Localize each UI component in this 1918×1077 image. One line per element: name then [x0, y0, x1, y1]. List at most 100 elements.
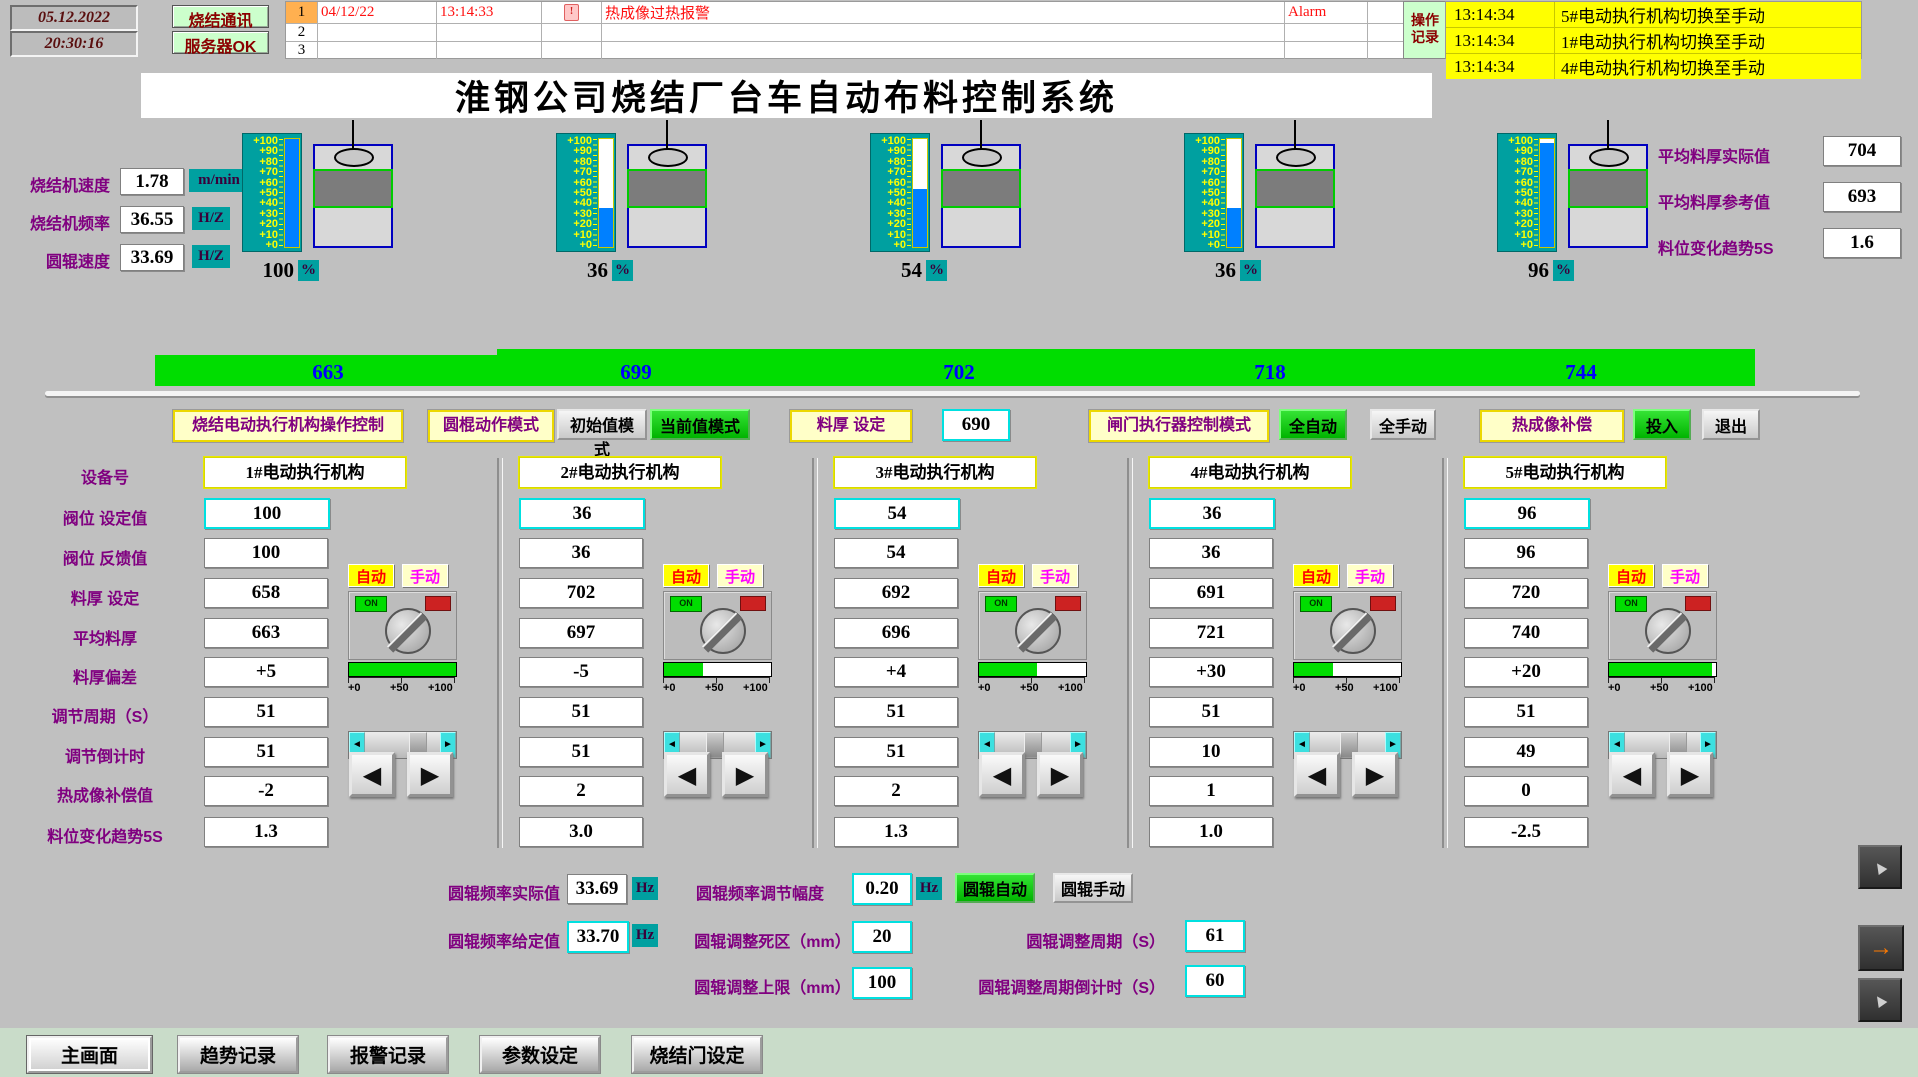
actuator-column: 3#电动执行机构 54 54 692 696 +4 51 51 2 1.3 自动… — [834, 457, 1094, 852]
gauge-scale: +100+90+80+70+60+50+40+30+20+10+0 — [243, 134, 279, 251]
row-label-thick-set: 料厚 设定 — [10, 585, 200, 609]
alarm-table: 1 04/12/22 13:14:33 ! 热成像过热报警 Alarm 2 3 — [285, 1, 1405, 59]
initial-mode-button[interactable]: 初始值模式 — [557, 409, 647, 440]
decrease-button[interactable]: ◀ — [979, 752, 1025, 797]
auto-mode-button[interactable]: 自动 — [1608, 564, 1654, 587]
exit-button[interactable]: 退出 — [1702, 409, 1760, 440]
alarm-seq: 1 — [286, 2, 318, 23]
roller-auto-button[interactable]: 圆辊自动 — [955, 873, 1035, 903]
decrease-button[interactable]: ◀ — [664, 752, 710, 797]
gauge-bar-track — [912, 138, 928, 248]
decrease-button[interactable]: ◀ — [349, 752, 395, 797]
increase-button[interactable]: ▶ — [722, 752, 768, 797]
gate-percent-value: 96 — [1497, 258, 1549, 283]
alarm-tag — [1285, 24, 1368, 41]
op-record-text: 1#电动执行机构切换至手动 — [1555, 28, 1861, 53]
valve-set-input[interactable]: 54 — [834, 498, 960, 529]
rotary-switch[interactable] — [1645, 608, 1691, 654]
avg-thickness-ref-label: 平均料厚参考值 — [1658, 189, 1808, 213]
mode-switch-panel: ON — [1608, 591, 1717, 660]
alarm-row[interactable]: 3 — [286, 42, 1404, 59]
level-value: 744 — [1521, 360, 1641, 385]
server-ok-button[interactable]: 服务器OK — [172, 31, 269, 54]
gauge-bar-fill — [285, 139, 299, 247]
hand-icon: ▲ — [1867, 986, 1894, 1013]
roller-deadzone-input[interactable]: 20 — [852, 921, 912, 953]
hand-tool-button[interactable]: ▲ — [1858, 845, 1902, 889]
increase-button[interactable]: ▶ — [1667, 752, 1713, 797]
gauge-scale-label: +0 — [1520, 239, 1533, 251]
valve-set-input[interactable]: 36 — [519, 498, 645, 529]
op-record-row[interactable]: 13:14:34 5#电动执行机构切换至手动 — [1446, 2, 1861, 28]
decrease-button[interactable]: ◀ — [1294, 752, 1340, 797]
roller-manual-button[interactable]: 圆辊手动 — [1053, 873, 1133, 903]
nav-main-screen[interactable]: 主画面 — [27, 1036, 152, 1073]
manual-mode-button[interactable]: 手动 — [717, 564, 763, 587]
auto-mode-button[interactable]: 自动 — [978, 564, 1024, 587]
off-indicator — [425, 596, 451, 611]
gauge-bar-track — [1539, 138, 1555, 248]
rotary-switch[interactable] — [700, 608, 746, 654]
auto-mode-button[interactable]: 自动 — [663, 564, 709, 587]
manual-mode-button[interactable]: 手动 — [1347, 564, 1393, 587]
nav-trend-record[interactable]: 趋势记录 — [178, 1036, 298, 1073]
valve-feedback-value: 54 — [834, 538, 958, 568]
roller-freq-set-input[interactable]: 33.70 — [567, 921, 629, 953]
alarm-cell: ! — [542, 2, 602, 23]
alarm-tag: Alarm — [1285, 2, 1368, 23]
full-manual-button[interactable]: 全手动 — [1370, 409, 1436, 440]
manual-mode-button[interactable]: 手动 — [1662, 564, 1708, 587]
rotary-switch[interactable] — [1330, 608, 1376, 654]
increase-button[interactable]: ▶ — [1037, 752, 1083, 797]
thermal-comp-value: 0 — [1464, 776, 1588, 806]
alarm-row[interactable]: 1 04/12/22 13:14:33 ! 热成像过热报警 Alarm — [286, 2, 1404, 24]
roller-adj-step-input[interactable]: 0.20 — [852, 873, 912, 905]
decrease-button[interactable]: ◀ — [1609, 752, 1655, 797]
hand-tool-button[interactable]: ▲ — [1858, 978, 1902, 1022]
thermal-comp-value: 2 — [519, 776, 643, 806]
valve-set-input[interactable]: 100 — [204, 498, 330, 529]
gauge-scale-label: +0 — [265, 239, 278, 251]
gauge-scale-panel: +100+90+80+70+60+50+40+30+20+10+0 — [556, 133, 616, 252]
full-auto-button[interactable]: 全自动 — [1279, 409, 1347, 440]
alarm-row[interactable]: 2 — [286, 24, 1404, 42]
adjust-countdown-value: 49 — [1464, 737, 1588, 767]
nav-param-setting[interactable]: 参数设定 — [480, 1036, 600, 1073]
off-indicator — [1055, 596, 1081, 611]
op-record-row[interactable]: 13:14:34 4#电动执行机构切换至手动 — [1446, 54, 1861, 79]
thickness-deviation-value: +4 — [834, 657, 958, 687]
manual-mode-button[interactable]: 手动 — [402, 564, 448, 587]
roller-speed-unit: H/Z — [192, 245, 230, 268]
sinter-comm-button[interactable]: 烧结通讯 — [172, 5, 269, 28]
roller-upper-limit-input[interactable]: 100 — [852, 967, 912, 999]
op-record-row[interactable]: 13:14:34 1#电动执行机构切换至手动 — [1446, 28, 1861, 54]
jump-forward-button[interactable]: → — [1858, 925, 1904, 971]
increase-button[interactable]: ▶ — [407, 752, 453, 797]
roller-mode-label: 圆棍动作模式 — [428, 410, 554, 442]
gauge-ticks — [593, 139, 597, 246]
valve-set-input[interactable]: 96 — [1464, 498, 1590, 529]
row-label-valve-feedback: 阀位 反馈值 — [10, 545, 200, 569]
rotary-switch[interactable] — [1015, 608, 1061, 654]
roller-countdown-label: 圆辊调整周期倒计时（S） — [960, 974, 1165, 998]
valve-feedback-value: 36 — [1149, 538, 1273, 568]
auto-mode-button[interactable]: 自动 — [1293, 564, 1339, 587]
manual-mode-button[interactable]: 手动 — [1032, 564, 1078, 587]
engage-button[interactable]: 投入 — [1633, 409, 1691, 440]
auto-mode-button[interactable]: 自动 — [348, 564, 394, 587]
alarm-message — [602, 42, 1285, 59]
nav-alarm-record[interactable]: 报警记录 — [328, 1036, 448, 1073]
valve-position-fill — [1294, 663, 1333, 676]
roller-period-input[interactable]: 61 — [1185, 920, 1245, 952]
increase-button[interactable]: ▶ — [1352, 752, 1398, 797]
thickness-deviation-value: +20 — [1464, 657, 1588, 687]
nav-sinter-gate-setting[interactable]: 烧结门设定 — [632, 1036, 762, 1073]
thickness-set-value: 702 — [519, 578, 643, 608]
valve-position-ruler: +0 +50 +100 — [1293, 677, 1400, 696]
rotary-switch[interactable] — [385, 608, 431, 654]
current-mode-button[interactable]: 当前值模式 — [650, 409, 750, 440]
valve-set-input[interactable]: 36 — [1149, 498, 1275, 529]
thickness-avg-value: 696 — [834, 618, 958, 648]
level-trend-value: 1.3 — [204, 817, 328, 847]
thickness-set-input[interactable]: 690 — [942, 409, 1010, 441]
